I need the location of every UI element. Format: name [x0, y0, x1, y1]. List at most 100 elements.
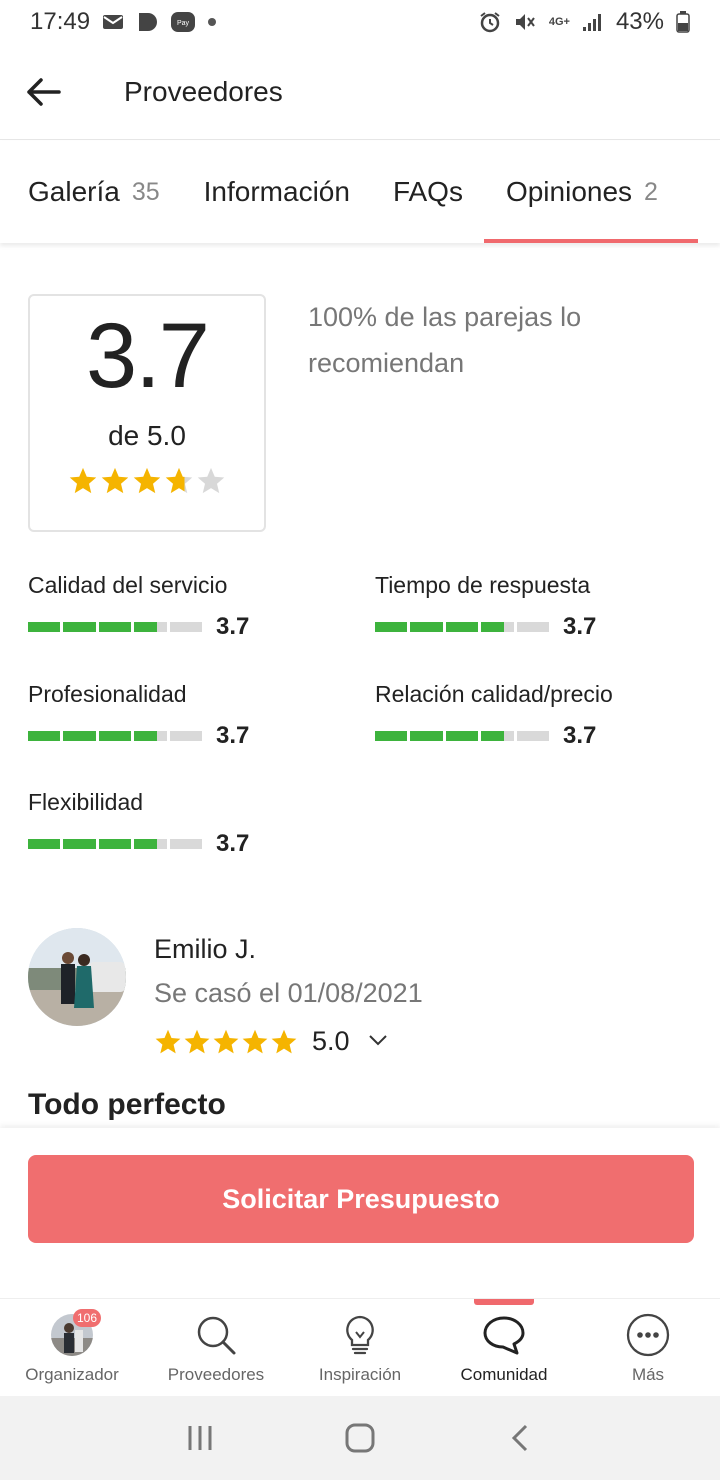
mail-icon — [102, 13, 124, 31]
bar-segment — [445, 731, 479, 741]
review-stars — [154, 1028, 298, 1056]
notification-dot-icon — [208, 18, 217, 26]
home-icon — [345, 1423, 375, 1453]
rating-out-of: de 5.0 — [108, 420, 186, 451]
star-icon — [213, 1029, 239, 1053]
request-quote-button[interactable]: Solicitar Presupuesto — [28, 1155, 694, 1243]
bar-segment — [516, 622, 550, 632]
criterion-label: Profesionalidad — [28, 681, 187, 707]
bar-segment — [63, 731, 96, 741]
star-icon — [242, 1029, 268, 1053]
bar-segment — [410, 622, 443, 632]
status-time: 17:49 — [30, 8, 91, 35]
nav-label: Proveedores — [167, 1365, 265, 1384]
nav-label: Más — [631, 1365, 665, 1384]
battery-percent: 43% — [615, 8, 664, 35]
nav-item-inspiracion[interactable]: Inspiración — [288, 1299, 432, 1397]
criterion-label: Tiempo de respuesta — [375, 572, 591, 598]
bar-segment — [98, 731, 132, 741]
rating-stars — [68, 466, 226, 496]
nav-item-organizador[interactable]: 106 Organizador — [0, 1299, 144, 1397]
tab-galeria[interactable]: Galería 35 — [28, 141, 160, 243]
signal-icon — [582, 12, 604, 32]
recent-apps-icon — [188, 1426, 212, 1450]
chevron-left-icon — [511, 1424, 528, 1452]
criterion-row: 3.7 — [28, 722, 358, 750]
active-indicator — [474, 1299, 534, 1305]
criterion-item: Profesionalidad 3.7 — [28, 681, 358, 750]
nav-label: Organizador — [25, 1365, 119, 1384]
back-button[interactable] — [0, 44, 88, 140]
tab-faqs[interactable]: FAQs — [393, 141, 463, 243]
tab-opiniones[interactable]: Opiniones 2 — [483, 141, 698, 243]
star-icon — [155, 1029, 181, 1053]
system-back-button[interactable] — [490, 1408, 550, 1468]
rating-summary-box: 3.7 de 5.0 — [28, 294, 266, 532]
criterion-value: 3.7 — [216, 613, 250, 640]
star-icon — [165, 467, 193, 494]
star-icon — [101, 467, 129, 494]
pay-icon: Pay — [170, 11, 196, 33]
bar-segment — [410, 731, 443, 741]
recent-apps-button[interactable] — [170, 1408, 230, 1468]
more-icon — [626, 1313, 670, 1357]
review-score: 5.0 — [312, 1026, 350, 1056]
criterion-item: Tiempo de respuesta 3.7 — [375, 572, 705, 641]
criterion-value: 3.7 — [216, 722, 250, 749]
criterion-row: 3.7 — [28, 830, 358, 858]
criterion-item: Relación calidad/precio 3.7 — [375, 681, 705, 750]
tab-label: Galería — [28, 176, 120, 207]
bar-segment — [28, 622, 61, 632]
bar-segment — [481, 731, 514, 741]
criterion-label: Relación calidad/precio — [375, 681, 613, 707]
tab-count: 2 — [644, 177, 658, 206]
bar-segment — [63, 622, 96, 632]
tab-label: Opiniones — [505, 176, 633, 207]
app-header: Proveedores — [0, 44, 720, 140]
nav-item-comunidad[interactable]: Comunidad — [432, 1299, 576, 1397]
play-icon — [136, 11, 158, 33]
criterion-row: 3.7 — [28, 613, 358, 641]
bottom-nav: 106 Organizador Proveedores Inspiración … — [0, 1298, 720, 1396]
rating-score: 3.7 — [86, 305, 210, 407]
criterion-bar — [28, 731, 203, 741]
criterion-bar — [28, 622, 203, 632]
bar-segment — [98, 622, 132, 632]
alarm-icon — [479, 11, 501, 33]
reviewer-avatar[interactable] — [28, 928, 126, 1026]
status-right: 4G+ 43% — [479, 8, 690, 36]
bar-segment — [28, 839, 61, 849]
star-icon — [184, 1029, 210, 1053]
tab-bar: Galería 35 Información FAQs Opiniones 2 — [0, 141, 720, 243]
bar-segment — [481, 622, 514, 632]
recommend-text: 100% de las parejas lo recomiendan — [308, 302, 582, 378]
star-icon — [69, 467, 97, 494]
page-title: Proveedores — [124, 75, 283, 107]
chevron-down-icon[interactable] — [368, 1033, 388, 1051]
star-icon — [197, 467, 225, 494]
criterion-row: 3.7 — [375, 722, 705, 750]
criterion-value: 3.7 — [563, 613, 597, 640]
svg-text:Pay: Pay — [177, 20, 190, 27]
nav-label: Comunidad — [460, 1365, 548, 1384]
tab-label: FAQs — [392, 176, 463, 207]
criterion-row: 3.7 — [375, 613, 705, 641]
bar-segment — [28, 731, 61, 741]
star-icon — [271, 1029, 297, 1053]
home-button[interactable] — [330, 1408, 390, 1468]
bar-segment — [134, 839, 167, 849]
network-label: 4G+ — [548, 16, 570, 28]
criterion-bar — [375, 731, 550, 741]
nav-item-proveedores[interactable]: Proveedores — [144, 1299, 288, 1397]
reviewer-name: Emilio J. — [154, 934, 257, 964]
chat-bubble-icon — [481, 1313, 527, 1357]
bar-segment — [134, 731, 167, 741]
nav-label: Inspiración — [318, 1365, 402, 1384]
nav-item-mas[interactable]: Más — [576, 1299, 720, 1397]
tab-informacion[interactable]: Información — [204, 141, 350, 243]
criterion-value: 3.7 — [563, 722, 597, 749]
bar-segment — [375, 731, 408, 741]
bar-segment — [445, 622, 479, 632]
mute-icon — [513, 11, 537, 33]
bar-segment — [516, 731, 550, 741]
